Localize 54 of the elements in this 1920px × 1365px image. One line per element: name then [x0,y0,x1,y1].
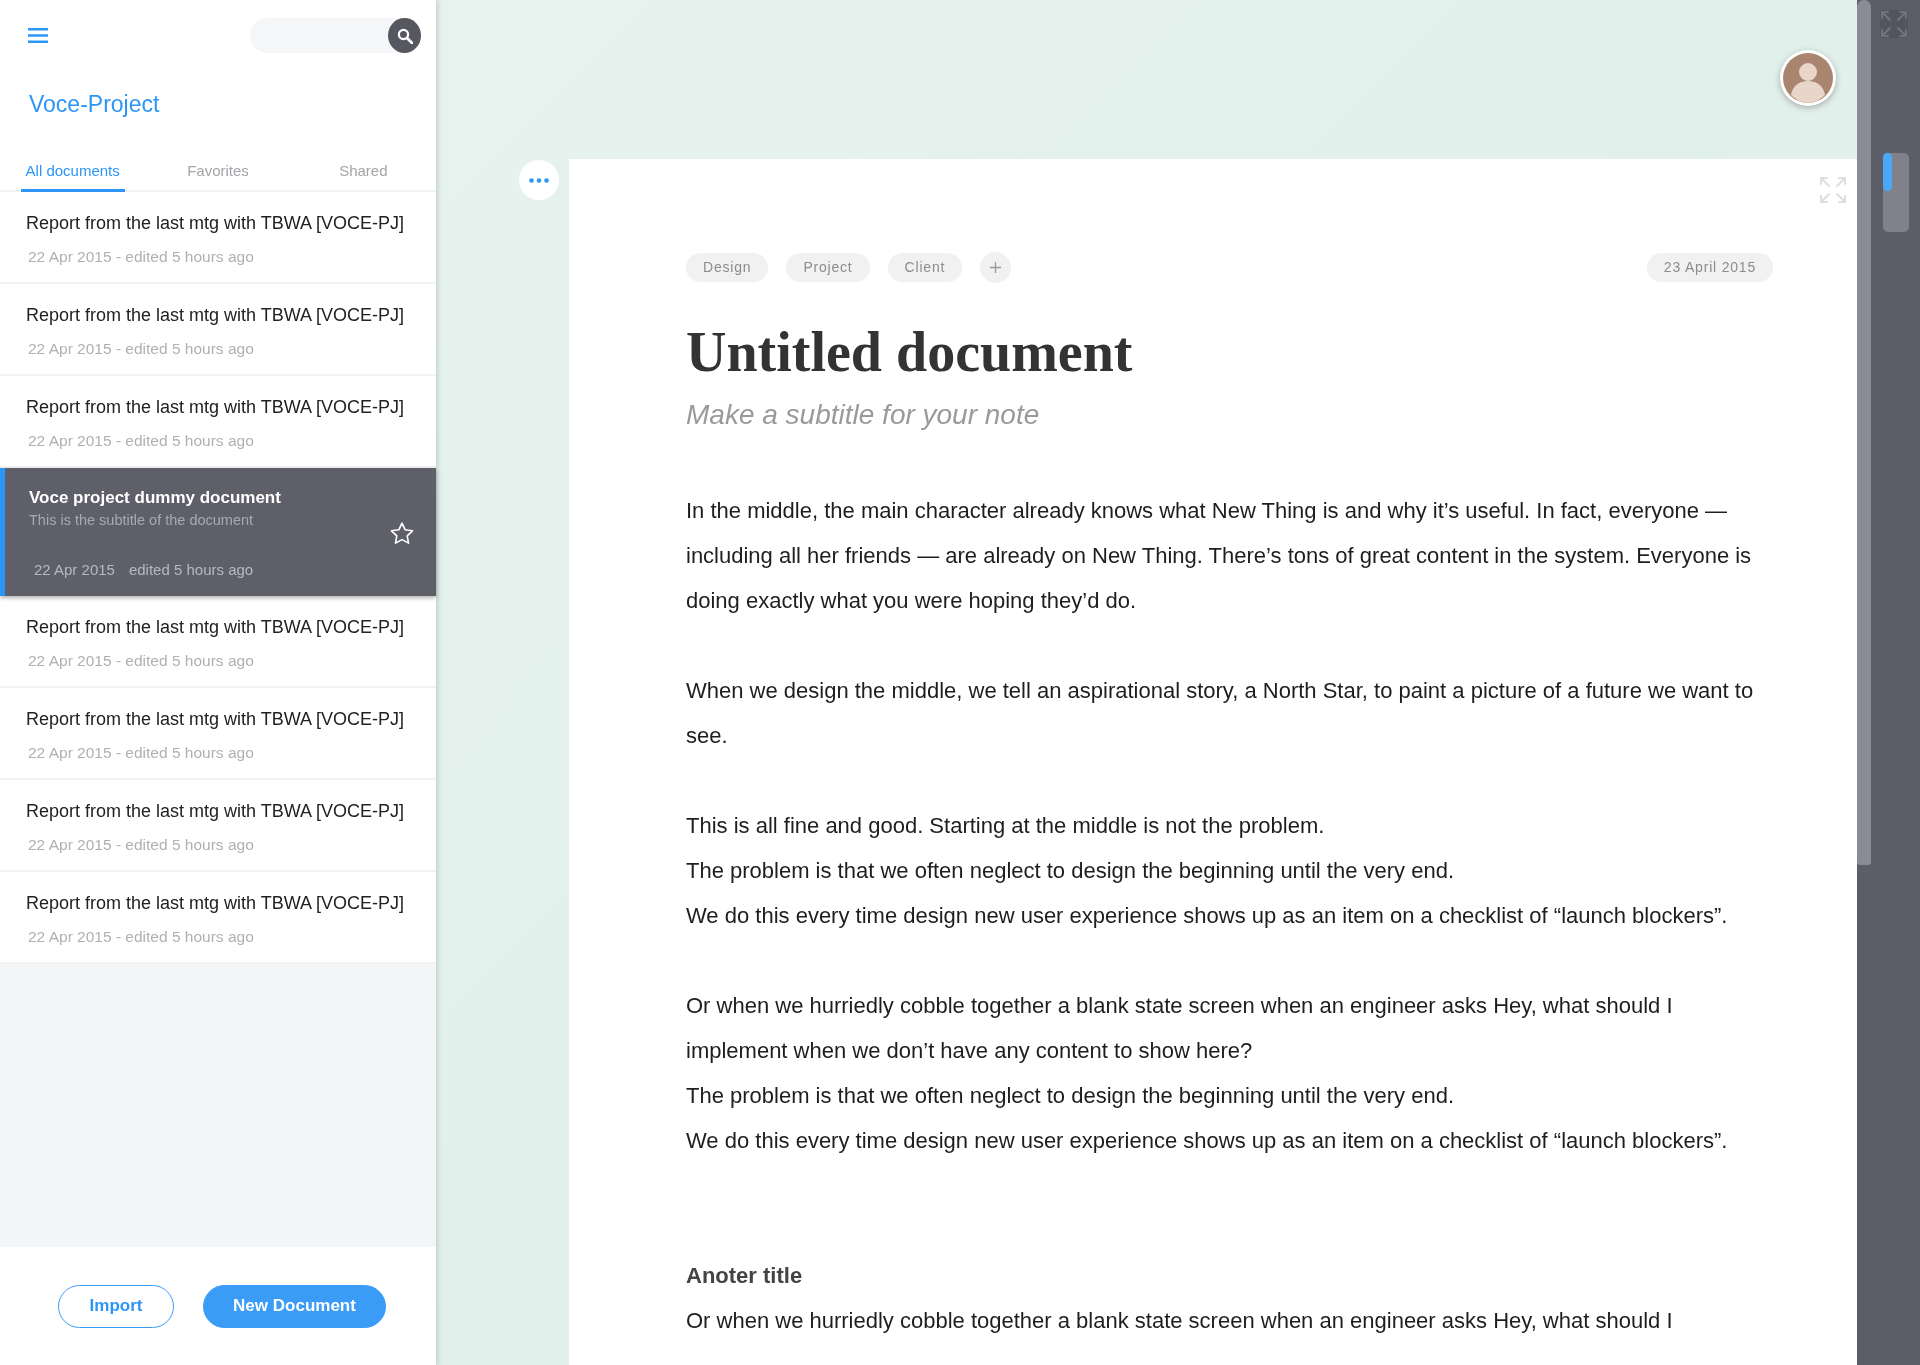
document-meta: 22 Apr 2015 - edited 5 hours ago [28,339,254,359]
more-icon [529,177,549,183]
body-paragraph: The problem is that we often neglect to design the beginning until the very end. [686,1082,1456,1110]
add-tag-button[interactable] [980,252,1012,283]
menu-icon [28,28,48,43]
minimap-thumb[interactable] [1883,153,1892,191]
document-meta: 22 Apr 2015 - edited 5 hours ago [28,247,254,267]
document-title: Report from the last mtg with TBWA [VOCE-PJ] [26,800,406,822]
fullscreen-icon[interactable] [1880,10,1908,38]
body-paragraph: Or when we hurriedly cobble together a blank state screen when an engineer asks Hey, what should I implement when we don’t have any content to show here? [686,992,1674,1065]
document-item[interactable]: Report from the last mtg with TBWA [VOCE-PJ] 22 Apr 2015 - edited 5 hours ago [0,376,436,468]
document-title-heading[interactable]: Untitled document [686,320,1773,384]
scroll-minimap[interactable] [1883,153,1909,232]
menu-button[interactable] [28,28,48,43]
document-item[interactable]: Report from the last mtg with TBWA [VOCE-PJ] 22 Apr 2015 - edited 5 hours ago [0,596,436,688]
body-paragraph: This is all fine and good. Starting at the middle is not the problem. [686,812,1326,840]
body-paragraph: Or when we hurriedly cobble together a blank state screen when an engineer asks Hey, what should I [686,1307,1674,1335]
avatar-icon[interactable] [1780,50,1836,106]
plus-icon [990,262,1002,273]
document-item[interactable]: Report from the last mtg with TBWA [VOCE-PJ] 22 Apr 2015 - edited 5 hours ago [0,192,436,284]
document-item[interactable]: Report from the last mtg with TBWA [VOCE-PJ] 22 Apr 2015 - edited 5 hours ago [0,872,436,964]
document-title: Report from the last mtg with TBWA [VOCE-PJ] [26,396,406,418]
body-paragraph: When we design the middle, we tell an aspirational story, a North Star, to paint a picture of a future we want to see. [686,677,1755,750]
document-item[interactable]: Report from the last mtg with TBWA [VOCE-PJ] 22 Apr 2015 - edited 5 hours ago [0,688,436,780]
body-paragraph: The problem is that we often neglect to design the beginning until the very end. [686,857,1456,885]
document-title: Report from the last mtg with TBWA [VOCE-PJ] [26,708,406,730]
star-icon[interactable] [390,522,414,545]
project-title: Voce-Project [29,90,161,119]
scrollbar-thumb[interactable] [1857,0,1871,865]
document-meta: 22 Apr 2015 - edited 5 hours ago [28,835,254,855]
document-meta: 22 Apr 2015 - edited 5 hours ago [28,651,254,671]
document-subtitle: This is the subtitle of the document [29,511,255,530]
body-paragraph: In the middle, the main character already knows what New Thing is and why it’s useful. In fact, everyone — including all her friends — are already on New Thing. There’s tons of great content in the system. Everyone is doing exactly what you were hoping they’d do. [686,497,1753,615]
section-heading: Anoter title [686,1262,804,1290]
document-title: Report from the last mtg with TBWA [VOCE-PJ] [26,212,406,234]
document-item[interactable]: Report from the last mtg with TBWA [VOCE-PJ] 22 Apr 2015 - edited 5 hours ago [0,284,436,376]
body-paragraph: We do this every time design new user experience shows up as an item on a checklist of “launch blockers”. [686,902,1729,930]
document-meta: 22 Apr 2015 - edited 5 hours ago [28,743,254,763]
document-title: Report from the last mtg with TBWA [VOCE-PJ] [26,616,406,638]
search-field[interactable] [250,18,421,53]
document-meta: 22 Apr 2015 - edited 5 hours ago [28,927,254,947]
document-title: Report from the last mtg with TBWA [VOCE-PJ] [26,892,406,914]
document-meta: 22 Apr 2015 [34,560,115,580]
document-meta: 22 Apr 2015 - edited 5 hours ago [28,431,254,451]
search-icon [396,27,413,44]
document-item[interactable]: Report from the last mtg with TBWA [VOCE-PJ] 22 Apr 2015 - edited 5 hours ago [0,780,436,872]
body-paragraph: We do this every time design new user experience shows up as an item on a checklist of “launch blockers”. [686,1127,1729,1155]
document-meta: edited 5 hours ago [128,560,254,580]
more-button[interactable] [519,160,559,200]
search-button[interactable] [388,18,421,53]
document-title: Voce project dummy document [29,487,282,509]
document-item[interactable]: Voce project dummy document This is the subtitle of the document 22 Apr 2015 edited 5 hours ago [0,468,436,596]
document-date: 23 April 2015 [1646,253,1773,282]
document-title: Report from the last mtg with TBWA [VOCE-PJ] [26,304,406,326]
